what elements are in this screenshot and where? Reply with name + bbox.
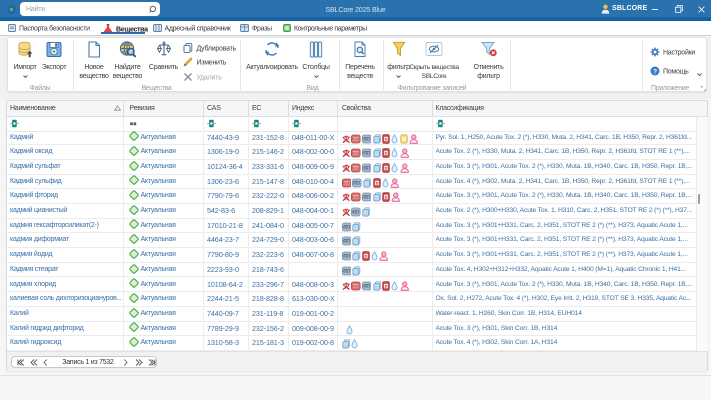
svg-text:XVII: XVII [364,136,370,140]
svg-text:SVHC: SVHC [352,196,359,199]
svg-text:D: D [385,284,388,288]
svg-text:XVII: XVII [364,166,370,170]
svg-text:XVII: XVII [344,239,350,243]
svg-text:XVII: XVII [364,151,370,155]
svg-text:D: D [385,137,388,141]
svg-text:XVII: XVII [353,210,359,214]
svg-text:D: D [385,152,388,156]
svg-text:?: ? [653,68,657,75]
svg-text:SVHC: SVHC [352,284,359,287]
svg-text:SVHC: SVHC [352,152,359,155]
svg-text:XVII: XVII [344,269,350,273]
svg-text:D: D [385,196,388,200]
svg-text:XVII: XVII [354,180,360,184]
svg-text:SVHC: SVHC [343,181,350,184]
svg-text:D: D [385,166,388,170]
svg-text:XVII: XVII [364,283,370,287]
svg-text:SVHC: SVHC [352,137,359,140]
svg-text:SVHC: SVHC [352,167,359,170]
svg-text:D: D [375,181,378,185]
svg-text:XVII: XVII [344,254,350,258]
svg-text:XVII: XVII [364,195,370,199]
svg-text:D: D [365,254,368,258]
svg-text:XVII: XVII [344,225,350,229]
